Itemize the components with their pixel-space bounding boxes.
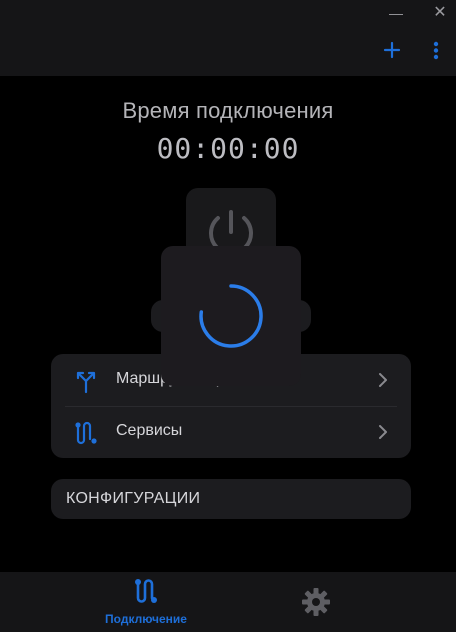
nav-item-services[interactable]: Сервисы [51,406,411,458]
gear-icon [302,588,330,616]
chevron-right-icon [379,425,387,439]
header-bar: — ✕ [0,0,456,76]
more-vertical-icon [433,41,439,60]
add-button[interactable] [378,36,406,64]
connection-time-label: Время подключения [122,98,334,123]
tab-settings[interactable] [300,586,332,618]
tab-connection-label: Подключение [105,612,187,626]
connection-icon [135,579,157,603]
more-menu-button[interactable] [422,36,450,64]
configurations-section[interactable]: КОНФИГУРАЦИИ [51,479,411,519]
loading-overlay [161,246,301,386]
configurations-label: КОНФИГУРАЦИИ [66,490,201,507]
bottom-navigation: Подключение [0,572,456,632]
minimize-button[interactable]: — [384,2,408,24]
nav-item-label: Сервисы [116,422,183,439]
close-button[interactable]: ✕ [428,2,452,24]
routing-icon [76,371,96,394]
services-icon [75,421,97,445]
spinner-icon [199,284,263,348]
chevron-right-icon [379,373,387,387]
connection-timer: 00:00:00 [156,132,300,165]
tab-connection[interactable]: Подключение [96,576,196,630]
plus-icon [383,41,401,59]
